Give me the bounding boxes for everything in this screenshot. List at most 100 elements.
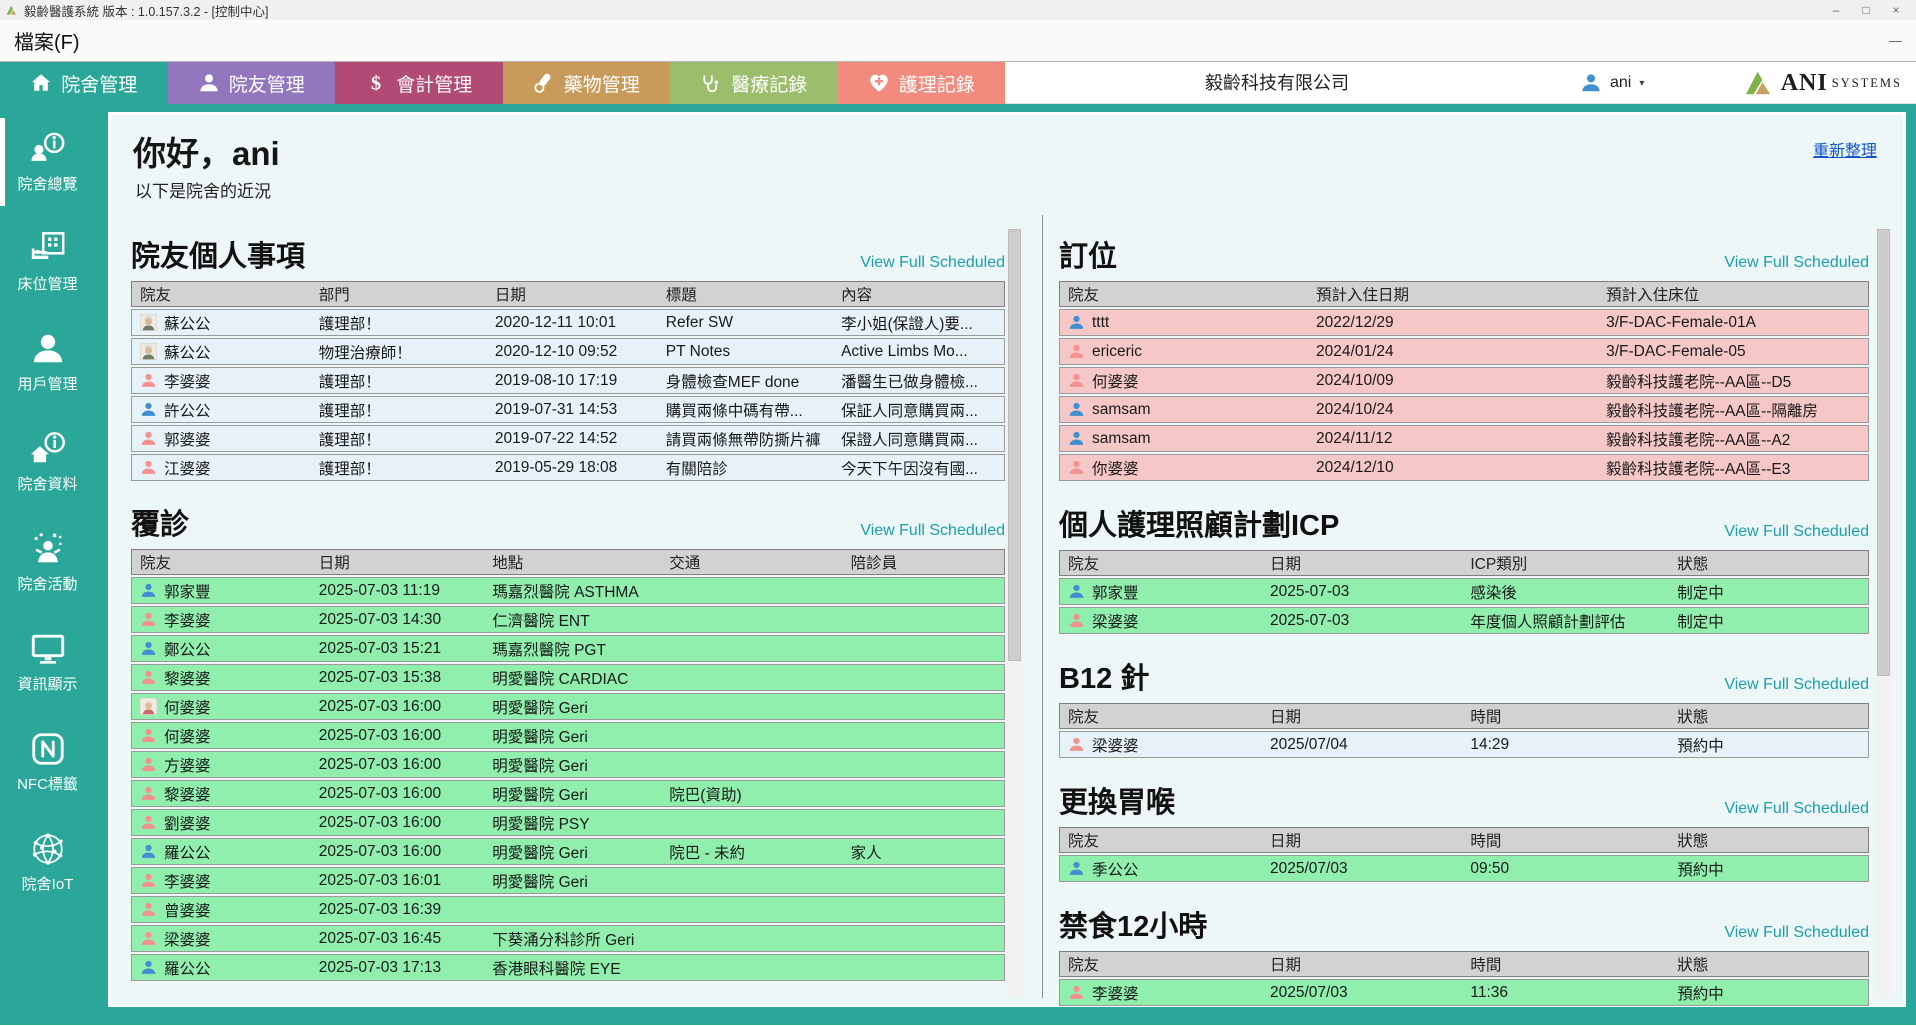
sidebar-item-院舍IoT[interactable]: 院舍IoT	[0, 812, 95, 912]
nfc-tag-icon	[29, 730, 67, 768]
nav-tab-院友管理[interactable]: 院友管理	[168, 62, 336, 104]
avatar-male-icon	[1068, 430, 1085, 447]
sidebar-item-床位管理[interactable]: 床位管理	[0, 212, 95, 312]
table-row[interactable]: 蘇公公護理部！2020-12-11 10:01Refer SW李小姐(保證人)要…	[131, 309, 1005, 336]
avatar-elder-female-photo-icon	[140, 698, 157, 715]
table-row[interactable]: 郭家豐2025-07-03 11:19瑪嘉烈醫院 ASTHMA	[131, 577, 1005, 604]
table-row[interactable]: 何婆婆2024/10/09毅齡科技護老院--AA區--D5	[1059, 367, 1869, 394]
avatar-female-icon	[140, 669, 157, 686]
sidebar-item-用戶管理[interactable]: 用戶管理	[0, 312, 95, 412]
menu-bar: 檔案(F) —	[0, 20, 1916, 62]
cell: 2025/07/03	[1262, 980, 1462, 1005]
maximize-button[interactable]: □	[1851, 3, 1881, 17]
nav-tab-院舍管理[interactable]: 院舍管理	[0, 62, 168, 104]
view-full-scheduled-link[interactable]: View Full Scheduled	[1724, 523, 1869, 544]
minimize-button[interactable]: –	[1821, 3, 1851, 17]
table-row[interactable]: 何婆婆2025-07-03 16:00明愛醫院 Geri	[131, 722, 1005, 749]
sidebar-item-院舍總覽[interactable]: 院舍總覽	[0, 112, 95, 212]
resident-name: 郭婆婆	[164, 428, 211, 450]
resident-name: 郭家豐	[164, 580, 211, 602]
resident-cell: 何婆婆	[132, 694, 311, 719]
nav-tab-會計管理[interactable]: $會計管理	[335, 62, 503, 104]
app-logo-icon	[5, 3, 19, 17]
table-row[interactable]: 季公公2025/07/0309:50預約中	[1059, 855, 1869, 882]
sidebar-item-院舍資料[interactable]: 院舍資料	[0, 412, 95, 512]
mdi-minimize-icon[interactable]: —	[1889, 33, 1902, 48]
table-header-row: 院友日期ICP類別狀態	[1059, 550, 1869, 576]
table-row[interactable]: 梁婆婆2025-07-03年度個人照顧計劃評估制定中	[1059, 607, 1869, 634]
view-full-scheduled-link[interactable]: View Full Scheduled	[1724, 254, 1869, 275]
greeting-subtitle: 以下是院舍的近況	[135, 177, 271, 202]
table-row[interactable]: 郭家豐2025-07-03感染後制定中	[1059, 578, 1869, 605]
refresh-link[interactable]: 重新整理	[1813, 137, 1877, 161]
cell: 毅齡科技護老院--AA區--隔離房	[1598, 397, 1868, 422]
sidebar-item-NFC標籤[interactable]: NFC標籤	[0, 712, 95, 812]
column-header: 狀態	[1669, 828, 1868, 852]
table-row[interactable]: 蘇公公物理治療師！2020-12-10 09:52PT NotesActive …	[131, 338, 1005, 365]
column-header: 部門	[311, 282, 487, 306]
table-row[interactable]: 梁婆婆2025/07/0414:29預約中	[1059, 731, 1869, 758]
sidebar-item-資訊顯示[interactable]: 資訊顯示	[0, 612, 95, 712]
table-row[interactable]: samsam2024/10/24毅齡科技護老院--AA區--隔離房	[1059, 396, 1869, 423]
table-row[interactable]: 黎婆婆2025-07-03 16:00明愛醫院 Geri院巴(資助)	[131, 780, 1005, 807]
table-row[interactable]: 曾婆婆2025-07-03 16:39	[131, 896, 1005, 923]
table-row[interactable]: 郭婆婆護理部！2019-07-22 14:52請買兩條無帶防撕片褲保證人同意購買…	[131, 425, 1005, 452]
section-appointments: 覆診 View Full Scheduled 院友日期地點交通陪診員郭家豐202…	[131, 501, 1005, 981]
table-row[interactable]: 黎婆婆2025-07-03 15:38明愛醫院 CARDIAC	[131, 664, 1005, 691]
sidebar-item-院舍活動[interactable]: 院舍活動	[0, 512, 95, 612]
table-row[interactable]: 許公公護理部！2019-07-31 14:53購買兩條中碼有帶...保証人同意購…	[131, 396, 1005, 423]
table-row[interactable]: 鄭公公2025-07-03 15:21瑪嘉烈醫院 PGT	[131, 635, 1005, 662]
view-full-scheduled-link[interactable]: View Full Scheduled	[1724, 924, 1869, 945]
column-header: 院友	[132, 282, 311, 306]
table-row[interactable]: tttt2022/12/293/F-DAC-Female-01A	[1059, 309, 1869, 336]
window-titlebar: 毅齡醫護系統 版本 : 1.0.157.3.2 - [控制中心] – □ ×	[0, 0, 1916, 20]
resident-name: 何婆婆	[164, 725, 211, 747]
cell	[843, 694, 1004, 719]
cell: 明愛醫院 Geri	[484, 868, 661, 893]
table-row[interactable]: 何婆婆2025-07-03 16:00明愛醫院 Geri	[131, 693, 1005, 720]
table-row[interactable]: 羅公公2025-07-03 16:00明愛醫院 Geri院巴 - 未約家人	[131, 838, 1005, 865]
table-row[interactable]: samsam2024/11/12毅齡科技護老院--AA區--A2	[1059, 425, 1869, 452]
file-menu[interactable]: 檔案(F)	[14, 26, 80, 55]
home-icon	[30, 72, 52, 94]
brand-suffix: SYSTEMS	[1832, 76, 1902, 91]
close-button[interactable]: ×	[1881, 3, 1911, 17]
right-scrollbar-thumb[interactable]	[1877, 229, 1890, 676]
column-header: 狀態	[1669, 551, 1868, 575]
view-full-scheduled-link[interactable]: View Full Scheduled	[1724, 676, 1869, 697]
resident-name: samsam	[1092, 430, 1151, 448]
view-full-scheduled-link[interactable]: View Full Scheduled	[860, 254, 1005, 275]
section-reservations: 訂位 View Full Scheduled 院友預計入住日期預計入住床位ttt…	[1059, 233, 1869, 481]
table-row[interactable]: 李婆婆2025/07/0311:36預約中	[1059, 979, 1869, 1006]
table-row[interactable]: 羅公公2025-07-03 17:13香港眼科醫院 EYE	[131, 954, 1005, 981]
section-title: 個人護理照顧計劃ICP	[1059, 502, 1339, 544]
user-avatar-icon	[1580, 72, 1602, 94]
cell: 制定中	[1669, 608, 1868, 633]
table-row[interactable]: 梁婆婆2025-07-03 16:45下葵涌分科診所 Geri	[131, 925, 1005, 952]
cell: 2025/07/03	[1262, 856, 1462, 881]
resident-name: 黎婆婆	[164, 783, 211, 805]
table-row[interactable]: 劉婆婆2025-07-03 16:00明愛醫院 PSY	[131, 809, 1005, 836]
view-full-scheduled-link[interactable]: View Full Scheduled	[1724, 800, 1869, 821]
nav-tab-藥物管理[interactable]: 藥物管理	[503, 62, 671, 104]
cell: 2019-05-29 18:08	[487, 455, 658, 480]
table-row[interactable]: ericeric2024/01/243/F-DAC-Female-05	[1059, 338, 1869, 365]
resident-name: samsam	[1092, 401, 1151, 419]
right-scrollbar[interactable]	[1875, 227, 1892, 998]
section-title: B12 針	[1059, 655, 1149, 697]
nav-tab-護理記錄[interactable]: 護理記錄	[838, 62, 1006, 104]
left-scrollbar-thumb[interactable]	[1008, 229, 1021, 661]
column-header: 日期	[1262, 551, 1462, 575]
table-row[interactable]: 方婆婆2025-07-03 16:00明愛醫院 Geri	[131, 751, 1005, 778]
left-scrollbar[interactable]	[1006, 227, 1023, 998]
user-menu[interactable]: ani ▾	[1580, 62, 1644, 104]
table-row[interactable]: 你婆婆2024/12/10毅齡科技護老院--AA區--E3	[1059, 454, 1869, 481]
table-row[interactable]: 李婆婆2025-07-03 14:30仁濟醫院 ENT	[131, 606, 1005, 633]
table-row[interactable]: 李婆婆2025-07-03 16:01明愛醫院 Geri	[131, 867, 1005, 894]
nav-tab-醫療記錄[interactable]: 醫療記錄	[670, 62, 838, 104]
cell	[661, 607, 842, 632]
table-row[interactable]: 江婆婆護理部！2019-05-29 18:08有關陪診今天下午因沒有國...	[131, 454, 1005, 481]
cell	[843, 578, 1004, 603]
table-row[interactable]: 李婆婆護理部！2019-08-10 17:19身體檢查MEF done潘醫生已做…	[131, 367, 1005, 394]
view-full-scheduled-link[interactable]: View Full Scheduled	[860, 522, 1005, 543]
